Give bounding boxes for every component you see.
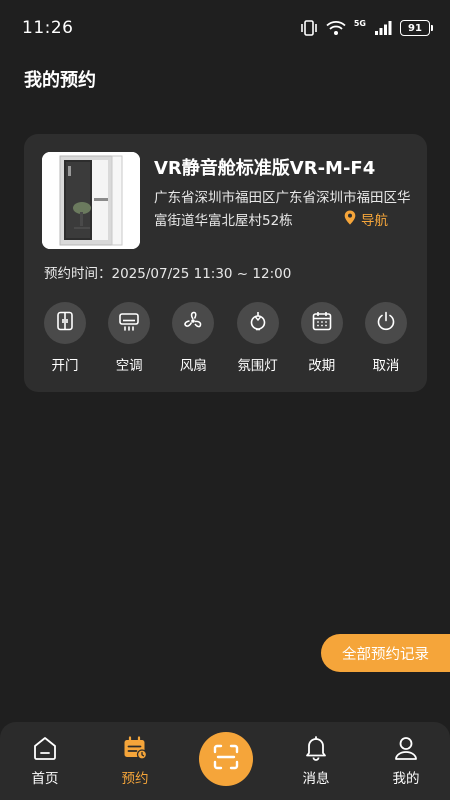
booking-calendar-icon <box>122 734 148 762</box>
page-title: 我的预约 <box>24 70 96 91</box>
home-icon <box>32 734 58 762</box>
open-door-label: 开门 <box>51 358 79 374</box>
battery-indicator: 91 <box>400 20 433 36</box>
navigate-label: 导航 <box>361 213 388 229</box>
tab-messages-label: 消息 <box>302 771 330 787</box>
cancel-booking-button[interactable]: 取消 <box>363 302 409 374</box>
booking-card[interactable]: VR静音舱标准版VR-M-F4 广东省深圳市福田区广东省深圳市福田区华富街道华富… <box>24 134 427 392</box>
status-icons: 5G 91 <box>300 18 433 36</box>
door-icon <box>54 310 76 336</box>
bottom-nav: 首页 预约 消息 我的 <box>0 722 450 800</box>
reschedule-label: 改期 <box>308 358 336 374</box>
reschedule-button[interactable]: 改期 <box>299 302 345 374</box>
bell-icon <box>303 734 329 762</box>
scan-icon <box>212 743 240 775</box>
all-bookings-button[interactable]: 全部预约记录 <box>321 634 450 672</box>
air-conditioner-label: 空调 <box>115 358 143 374</box>
wifi-icon <box>326 20 346 36</box>
tab-messages[interactable]: 消息 <box>281 722 351 800</box>
booking-time-label: 预约时间： <box>44 266 112 282</box>
ambient-light-button[interactable]: 氛围灯 <box>235 302 281 374</box>
user-icon <box>393 734 419 762</box>
location-pin-icon <box>344 210 356 233</box>
signal-icon <box>374 20 392 36</box>
air-conditioner-circle <box>108 302 151 344</box>
open-door-circle <box>44 302 86 344</box>
tab-home-label: 首页 <box>31 771 59 787</box>
calendar-icon <box>311 310 333 336</box>
fan-label: 风扇 <box>179 358 207 374</box>
room-controls: 开门 空调 风扇 氛围灯 改期 取消 <box>42 302 409 374</box>
ambient-light-icon <box>247 310 269 336</box>
network-type: 5G <box>353 18 366 28</box>
open-door-button[interactable]: 开门 <box>42 302 88 374</box>
reschedule-circle <box>300 302 343 344</box>
tab-booking[interactable]: 预约 <box>100 722 170 800</box>
tab-booking-label: 预约 <box>121 771 149 787</box>
fan-icon <box>182 310 204 336</box>
vibrate-icon <box>300 20 318 36</box>
booking-time-value: 2025/07/25 11:30 ~ 12:00 <box>111 266 292 282</box>
status-time: 11:26 <box>22 18 74 38</box>
cancel-booking-circle <box>364 302 407 344</box>
navigate-button[interactable]: 导航 <box>344 210 388 233</box>
ambient-light-label: 氛围灯 <box>237 358 278 374</box>
ambient-light-circle <box>236 302 279 344</box>
tab-home[interactable]: 首页 <box>10 722 80 800</box>
room-name: VR静音舱标准版VR-M-F4 <box>154 158 376 179</box>
power-icon <box>375 310 397 336</box>
status-bar: 11:26 5G 91 <box>0 0 450 56</box>
tab-profile-label: 我的 <box>392 771 420 787</box>
tab-profile[interactable]: 我的 <box>371 722 441 800</box>
fan-button[interactable]: 风扇 <box>170 302 216 374</box>
room-thumbnail <box>42 152 140 249</box>
scan-button[interactable] <box>199 732 253 786</box>
cancel-booking-label: 取消 <box>372 358 400 374</box>
booking-time: 预约时间：2025/07/25 11:30 ~ 12:00 <box>44 262 291 282</box>
fan-circle <box>172 302 215 344</box>
air-conditioner-button[interactable]: 空调 <box>106 302 152 374</box>
air-conditioner-icon <box>118 310 140 336</box>
